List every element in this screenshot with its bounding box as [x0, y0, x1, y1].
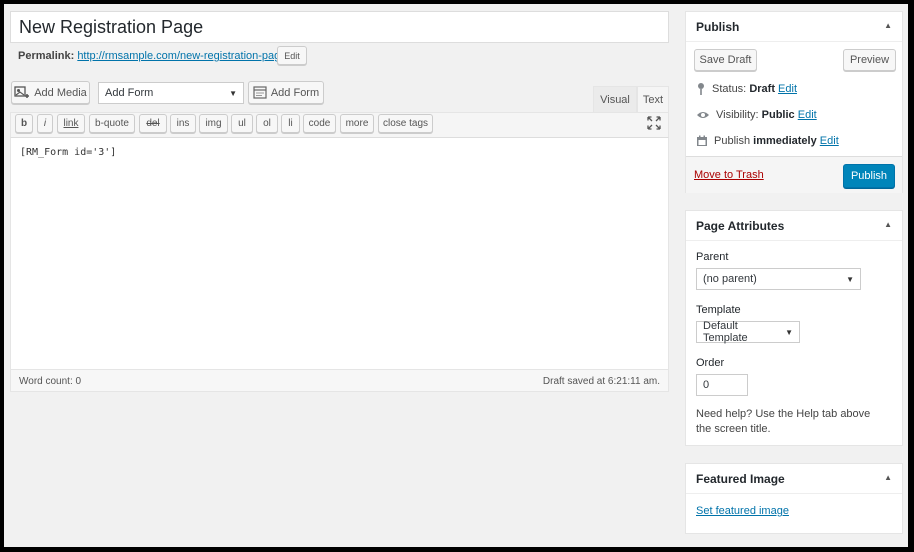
schedule-row: Publish immediately Edit: [696, 135, 839, 147]
template-select[interactable]: Default Template ▼: [696, 320, 800, 344]
add-media-icon: [14, 85, 30, 98]
post-title-input[interactable]: New Registration Page: [10, 11, 669, 43]
order-input[interactable]: 0: [696, 374, 748, 396]
page-attributes-box: Page Attributes ▲ Parent (no parent) ▼ T…: [685, 210, 903, 446]
quicktag-ins-button[interactable]: ins: [170, 114, 196, 133]
permalink-label: Permalink:: [18, 50, 75, 62]
parent-select-value: (no parent): [703, 273, 757, 285]
collapse-toggle-icon[interactable]: ▲: [884, 220, 892, 229]
publish-box: Publish ▲ Save Draft Preview Status: Dra…: [685, 11, 903, 193]
quicktag-img-button[interactable]: img: [199, 114, 228, 133]
chevron-down-icon: ▼: [785, 327, 793, 337]
status-value: Draft: [749, 83, 775, 95]
quicktag-ul-button[interactable]: ul: [231, 114, 253, 133]
tab-visual[interactable]: Visual: [593, 86, 637, 112]
quicktag-close-tags-button[interactable]: close tags: [378, 114, 433, 133]
add-form-label: Add Form: [270, 86, 320, 99]
quicktag-link-button[interactable]: link: [57, 114, 85, 133]
eye-icon: [697, 112, 709, 118]
publish-box-header[interactable]: Publish ▲: [686, 12, 902, 42]
word-count: Word count: 0: [19, 376, 82, 387]
form-icon: [253, 86, 267, 99]
chevron-down-icon: ▼: [229, 88, 237, 98]
order-label: Order: [696, 357, 725, 369]
set-featured-image-link[interactable]: Set featured image: [696, 505, 789, 517]
save-draft-button[interactable]: Save Draft: [694, 49, 757, 71]
schedule-value: immediately: [753, 135, 817, 147]
parent-label: Parent: [696, 251, 729, 263]
schedule-label: Publish: [714, 135, 751, 147]
template-select-value: Default Template: [703, 320, 748, 344]
pin-icon: [698, 83, 704, 95]
permalink-edit-button[interactable]: Edit: [277, 46, 307, 65]
featured-image-box: Featured Image ▲ Set featured image: [685, 463, 903, 534]
preview-button[interactable]: Preview: [843, 49, 896, 71]
quicktag-ol-button[interactable]: ol: [256, 114, 278, 133]
visibility-label: Visibility:: [716, 109, 759, 121]
collapse-toggle-icon[interactable]: ▲: [884, 473, 892, 482]
visibility-value: Public: [761, 109, 795, 121]
edit-visibility-link[interactable]: Edit: [798, 109, 817, 121]
edit-schedule-link[interactable]: Edit: [820, 135, 839, 147]
quicktag-li-button[interactable]: li: [281, 114, 300, 133]
editor-content: [RM_Form id='3']: [20, 147, 117, 158]
publish-actions: Move to Trash Publish: [686, 156, 902, 193]
status-row: Status: Draft Edit: [696, 82, 797, 96]
fullscreen-icon[interactable]: [647, 116, 661, 130]
page-attributes-header[interactable]: Page Attributes ▲: [686, 211, 902, 241]
page-attributes-help: Need help? Use the Help tab above the sc…: [696, 408, 871, 435]
add-form-button[interactable]: Add Form: [248, 81, 324, 104]
permalink-url-link[interactable]: http://rmsample.com/new-registration-pag…: [77, 50, 289, 62]
calendar-icon: [697, 135, 707, 146]
featured-image-header[interactable]: Featured Image ▲: [686, 464, 902, 494]
quicktag-del-button[interactable]: del: [139, 114, 167, 133]
quicktag-bold-button[interactable]: b: [15, 114, 33, 133]
post-editor-screen: New Registration Page Permalink: http://…: [4, 4, 908, 547]
move-to-trash-link[interactable]: Move to Trash: [694, 169, 764, 181]
form-select-value: Add Form: [105, 87, 154, 99]
collapse-toggle-icon[interactable]: ▲: [884, 21, 892, 30]
status-label: Status:: [712, 83, 747, 95]
publish-button[interactable]: Publish: [843, 164, 895, 188]
chevron-down-icon: ▼: [846, 274, 854, 284]
parent-select[interactable]: (no parent) ▼: [696, 268, 861, 290]
quicktag-blockquote-button[interactable]: b-quote: [89, 114, 135, 133]
publish-box-title: Publish: [696, 20, 740, 34]
form-select[interactable]: Add Form ▼: [98, 82, 244, 104]
permalink-row: Permalink: http://rmsample.com/new-regis…: [18, 50, 289, 62]
page-attributes-title: Page Attributes: [696, 219, 785, 233]
tab-text[interactable]: Text: [637, 86, 669, 113]
editor-status-bar: Word count: 0 Draft saved at 6:21:11 am.: [10, 369, 669, 392]
quicktag-italic-button[interactable]: i: [37, 114, 53, 133]
quicktag-more-button[interactable]: more: [340, 114, 374, 133]
quicktag-code-button[interactable]: code: [303, 114, 336, 133]
add-media-label: Add Media: [34, 86, 87, 99]
visibility-row: Visibility: Public Edit: [696, 109, 817, 121]
featured-image-title: Featured Image: [696, 472, 785, 486]
template-label: Template: [696, 304, 741, 316]
draft-saved-status: Draft saved at 6:21:11 am.: [542, 376, 660, 387]
add-media-button[interactable]: Add Media: [11, 81, 90, 104]
edit-status-link[interactable]: Edit: [778, 83, 797, 95]
